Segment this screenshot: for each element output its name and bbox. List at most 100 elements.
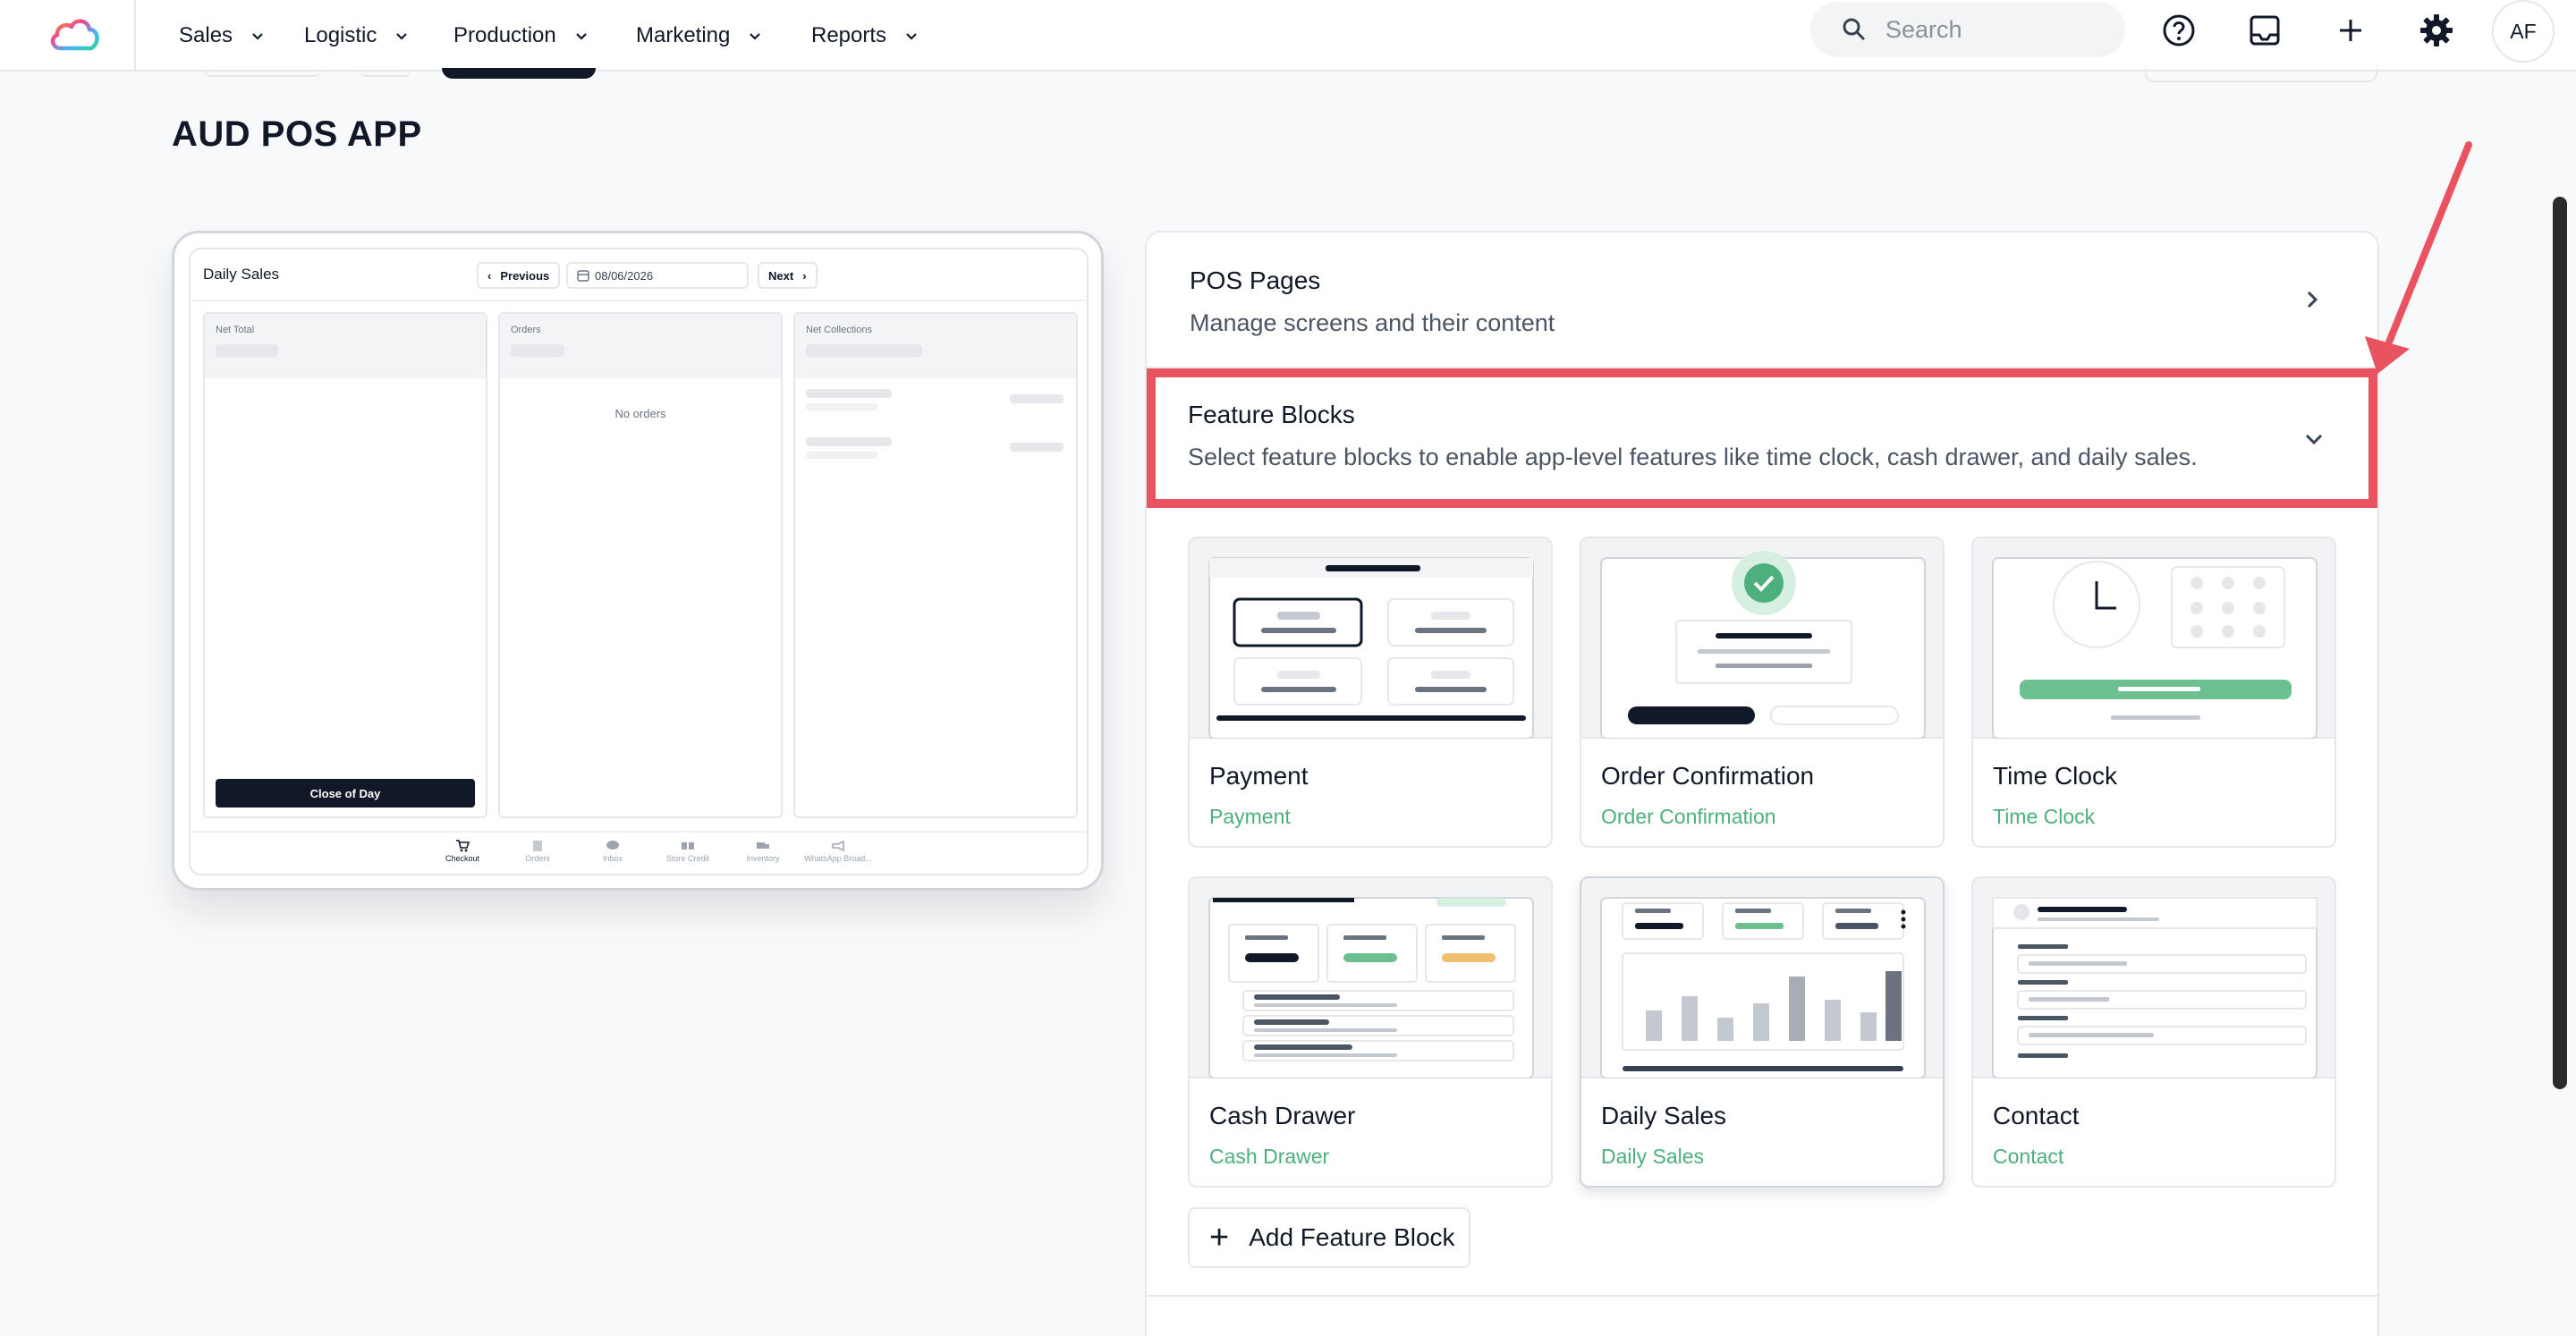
order-confirmation-illustration: [1600, 551, 1926, 740]
preview-tab-inventory: Inventory: [725, 840, 801, 863]
tab-label: Store Credit: [665, 854, 710, 863]
background-tab-active: [442, 68, 596, 79]
column-label: Net Total: [216, 325, 255, 335]
preview-column-net-total: Net Total Close of Day: [203, 312, 487, 818]
tab-label: Inbox: [602, 854, 623, 863]
background-button: [2145, 68, 2377, 82]
tab-label: Checkout: [445, 854, 480, 863]
preview-tab-bar: Checkout Orders Inbox Store Credit Inven…: [191, 831, 1087, 874]
preview-date: 08/06/2026: [595, 268, 654, 283]
people-icon: [682, 842, 694, 850]
skeleton-bar: [1010, 443, 1063, 452]
skeleton-bar: [216, 344, 278, 357]
nav-production[interactable]: Production: [453, 18, 590, 54]
chat-icon: [606, 841, 619, 850]
card-title: Time Clock: [1993, 762, 2117, 790]
preview-tab-inbox: Inbox: [575, 840, 650, 863]
card-title: Contact: [1993, 1102, 2080, 1129]
nav-reports[interactable]: Reports: [811, 18, 920, 54]
skeleton-bar: [806, 452, 877, 459]
skeleton-bar: [806, 403, 877, 410]
preview-previous-button: ‹ Previous: [477, 262, 561, 289]
orders-icon: [533, 841, 542, 851]
preview-tab-orders: Orders: [500, 840, 575, 863]
close-day-label: Close of Day: [309, 786, 381, 800]
app-logo[interactable]: [47, 9, 104, 59]
scrollbar-thumb[interactable]: [2553, 197, 2567, 1089]
settings-button[interactable]: [2417, 11, 2456, 50]
empty-state-text: No orders: [614, 407, 666, 420]
preview-tab-store-credit: Store Credit: [650, 840, 725, 863]
chevron-down-icon: [252, 33, 263, 40]
chevron-down-icon: [750, 33, 761, 40]
pos-pages-row[interactable]: POS Pages Manage screens and their conte…: [1147, 233, 2377, 368]
cash-drawer-illustration: [1208, 897, 1534, 1079]
inbox-button[interactable]: [2245, 11, 2284, 50]
help-button[interactable]: [2159, 11, 2199, 50]
card-title: Cash Drawer: [1209, 1102, 1356, 1129]
inbox-icon: [2250, 15, 2280, 46]
feature-card-daily-sales[interactable]: Daily Sales Daily Sales: [1580, 876, 1945, 1188]
card-tag: Time Clock: [1993, 805, 2096, 828]
background-tab: [204, 68, 322, 77]
skeleton-bar: [1010, 394, 1063, 403]
nav-label: Production: [453, 23, 556, 47]
preview-column-net-collections: Net Collections: [793, 312, 1078, 818]
preview-screen: Daily Sales ‹ Previous 08/06/2026 Next ›…: [189, 248, 1089, 875]
tab-label: Inventory: [746, 854, 780, 863]
pos-pages-subtitle: Manage screens and their content: [1190, 309, 1555, 336]
nav-sales[interactable]: Sales: [179, 18, 267, 54]
chevron-down-icon: [575, 33, 587, 40]
card-tag: Order Confirmation: [1601, 805, 1776, 828]
logo-divider: [134, 0, 136, 72]
nav-logistic[interactable]: Logistic: [304, 18, 411, 54]
chevron-left-icon: ‹: [487, 268, 492, 283]
cart-icon: [456, 840, 470, 852]
top-navbar: Sales Logistic Production Marketing Repo…: [0, 0, 2576, 72]
card-thumbnail: [1973, 538, 2334, 740]
nav-label: Sales: [179, 23, 233, 47]
card-title: Payment: [1209, 762, 1309, 790]
annotation-arrow-icon: [2365, 141, 2472, 374]
preview-tab-whatsapp-broadcast: WhatsApp Broad...: [801, 840, 876, 863]
card-thumbnail: [1190, 878, 1551, 1079]
feature-card-cash-drawer[interactable]: Cash Drawer Cash Drawer: [1188, 876, 1553, 1188]
daily-sales-illustration: [1600, 897, 1926, 1079]
chevron-right-icon: ›: [802, 268, 807, 283]
feature-card-contact[interactable]: Contact Contact: [1971, 876, 2336, 1188]
background-tab: [360, 68, 411, 77]
preview-title: Daily Sales: [203, 266, 280, 283]
tab-label: Orders: [525, 854, 550, 863]
card-tag: Daily Sales: [1601, 1145, 1705, 1168]
nav-marketing[interactable]: Marketing: [636, 18, 764, 54]
column-label: Net Collections: [806, 325, 872, 335]
tab-label: WhatsApp Broad...: [804, 854, 872, 863]
plus-icon: +: [1209, 1219, 1230, 1256]
chevron-down-icon: [906, 33, 917, 40]
feature-card-payment[interactable]: Payment Payment: [1188, 537, 1553, 848]
nav-label: Logistic: [304, 23, 377, 47]
help-icon: [2163, 14, 2195, 47]
feature-card-time-clock[interactable]: Time Clock Time Clock: [1971, 537, 2336, 848]
truck-icon: [757, 842, 769, 849]
card-thumbnail: [1581, 538, 1943, 740]
search-box[interactable]: [1810, 2, 2125, 57]
card-thumbnail: [1973, 878, 2334, 1079]
avatar-initials: AF: [2510, 19, 2537, 43]
chevron-right-icon: [2307, 291, 2318, 309]
user-avatar[interactable]: AF: [2492, 0, 2555, 63]
create-button[interactable]: [2331, 11, 2370, 50]
skeleton-bar: [806, 437, 892, 446]
megaphone-icon: [832, 840, 844, 852]
add-feature-block-button[interactable]: + Add Feature Block: [1188, 1207, 1470, 1268]
card-tag: Contact: [1993, 1145, 2064, 1168]
highlight-box: [1147, 368, 2377, 508]
search-icon: [1843, 18, 1866, 41]
feature-card-order-confirmation[interactable]: Order Confirmation Order Confirmation: [1580, 537, 1945, 848]
gear-icon: [2420, 14, 2453, 47]
card-thumbnail: [1581, 878, 1943, 1079]
card-title: Order Confirmation: [1601, 762, 1815, 790]
plus-icon: [2340, 20, 2361, 41]
preview-next-button: Next ›: [758, 262, 818, 289]
search-input[interactable]: [1885, 15, 2100, 44]
